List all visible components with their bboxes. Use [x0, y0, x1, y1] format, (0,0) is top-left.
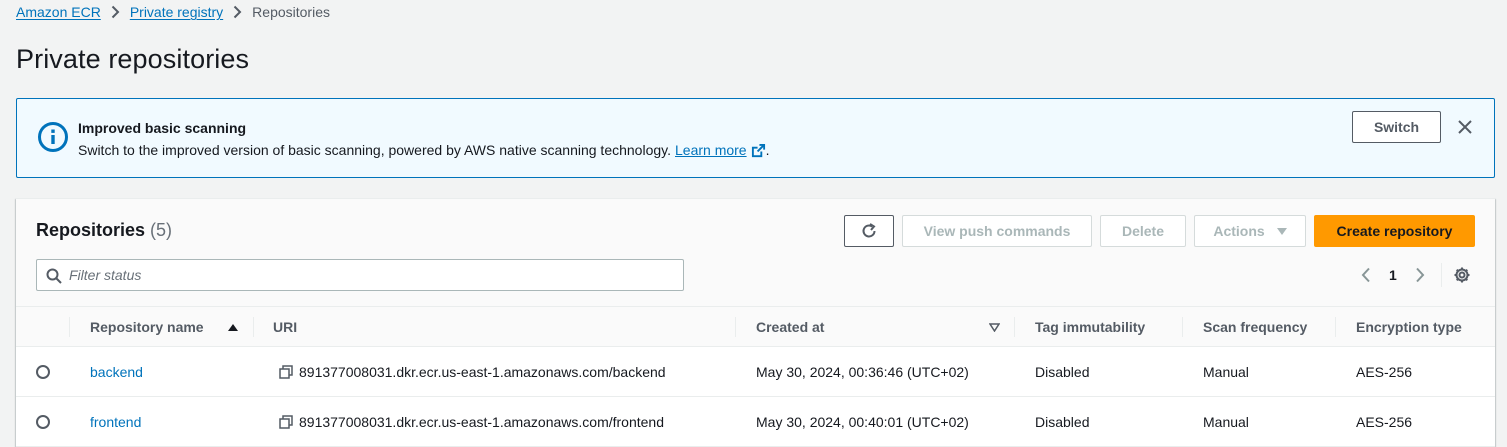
- column-divider: [1182, 317, 1183, 337]
- learn-more-label: Learn more: [675, 142, 747, 158]
- flash-body-text: Switch to the improved version of basic …: [78, 142, 671, 158]
- delete-button[interactable]: Delete: [1100, 215, 1186, 247]
- column-label: Tag immutability: [1035, 319, 1146, 335]
- breadcrumb-amazon-ecr[interactable]: Amazon ECR: [16, 4, 101, 20]
- row-select-radio[interactable]: [36, 397, 50, 447]
- filter-box: [36, 259, 684, 291]
- close-icon[interactable]: [1455, 117, 1475, 137]
- radio-button[interactable]: [36, 365, 50, 379]
- uri-text: 891377008031.dkr.ecr.us-east-1.amazonaws…: [299, 414, 665, 430]
- repository-name-link[interactable]: frontend: [90, 414, 141, 430]
- column-label: Encryption type: [1356, 319, 1462, 335]
- refresh-icon: [862, 223, 876, 238]
- gear-icon[interactable]: [1453, 266, 1471, 284]
- column-divider: [1335, 317, 1336, 337]
- column-label: URI: [273, 319, 298, 335]
- info-icon: [37, 121, 69, 153]
- chevron-left-icon[interactable]: [1358, 267, 1374, 283]
- created-at-cell: May 30, 2024, 00:40:01 (UTC+02): [756, 414, 969, 430]
- info-flash-banner: Improved basic scanning Switch to the im…: [16, 98, 1495, 178]
- external-link-icon: [751, 143, 765, 157]
- filter-input[interactable]: [69, 260, 669, 290]
- breadcrumb: Amazon ECR Private registry Repositories: [16, 3, 330, 21]
- learn-more-link[interactable]: Learn more: [675, 142, 766, 158]
- repositories-panel: Repositories (5) View push commands Dele…: [16, 198, 1495, 447]
- copy-icon[interactable]: [279, 365, 293, 379]
- pager-divider: [1440, 263, 1442, 287]
- panel-title-text: Repositories: [36, 220, 146, 240]
- uri-cell: 891377008031.dkr.ecr.us-east-1.amazonaws…: [279, 397, 664, 447]
- chevron-right-icon: [111, 5, 120, 19]
- breadcrumb-private-registry[interactable]: Private registry: [130, 4, 223, 20]
- caret-down-icon: [1276, 227, 1287, 235]
- table-row[interactable]: backend 891377008031.dkr.ecr.us-east-1.a…: [16, 347, 1495, 397]
- column-label: Created at: [756, 319, 825, 335]
- table-header: Repository name URI Created at Tag immut…: [16, 307, 1495, 347]
- column-created-at[interactable]: Created at: [756, 307, 1002, 347]
- column-repository-name[interactable]: Repository name: [90, 307, 240, 347]
- column-tag-immutability[interactable]: Tag immutability: [1035, 307, 1145, 347]
- refresh-button[interactable]: [844, 215, 894, 247]
- chevron-right-icon: [233, 5, 242, 19]
- scan-frequency-cell: Manual: [1203, 364, 1249, 380]
- breadcrumb-current: Repositories: [252, 4, 330, 20]
- tag-immutability-cell: Disabled: [1035, 364, 1090, 380]
- column-divider: [735, 317, 736, 337]
- copy-icon[interactable]: [279, 415, 293, 429]
- radio-button[interactable]: [36, 415, 50, 429]
- uri-cell: 891377008031.dkr.ecr.us-east-1.amazonaws…: [279, 347, 666, 397]
- column-divider: [69, 317, 70, 337]
- sort-ascending-icon: [228, 323, 238, 331]
- actions-label: Actions: [1213, 223, 1265, 239]
- sort-down-icon: [989, 322, 1000, 332]
- tag-immutability-cell: Disabled: [1035, 414, 1090, 430]
- column-divider: [253, 317, 254, 337]
- create-repository-button[interactable]: Create repository: [1314, 215, 1475, 247]
- page-title: Private repositories: [16, 44, 250, 74]
- view-push-commands-button[interactable]: View push commands: [902, 215, 1092, 247]
- actions-button[interactable]: Actions: [1194, 215, 1306, 247]
- repository-count: (5): [150, 220, 173, 240]
- switch-button[interactable]: Switch: [1352, 111, 1441, 143]
- encryption-type-cell: AES-256: [1356, 364, 1413, 380]
- pagination: 1: [1358, 263, 1471, 287]
- uri-text: 891377008031.dkr.ecr.us-east-1.amazonaws…: [299, 364, 666, 380]
- flash-body-suffix: .: [765, 142, 770, 158]
- column-scan-frequency[interactable]: Scan frequency: [1203, 307, 1307, 347]
- page-number[interactable]: 1: [1389, 267, 1397, 283]
- column-label: Repository name: [90, 319, 204, 335]
- panel-header: Repositories (5) View push commands Dele…: [16, 199, 1495, 307]
- created-at-cell: May 30, 2024, 00:36:46 (UTC+02): [756, 364, 969, 380]
- repository-name-link[interactable]: backend: [90, 364, 143, 380]
- table-row[interactable]: frontend 891377008031.dkr.ecr.us-east-1.…: [16, 397, 1495, 447]
- row-select-radio[interactable]: [36, 347, 50, 397]
- scan-frequency-cell: Manual: [1203, 414, 1249, 430]
- chevron-right-icon[interactable]: [1412, 267, 1428, 283]
- column-label: Scan frequency: [1203, 319, 1308, 335]
- flash-body: Switch to the improved version of basic …: [78, 142, 769, 158]
- encryption-type-cell: AES-256: [1356, 414, 1413, 430]
- panel-title: Repositories (5): [36, 220, 172, 241]
- column-divider: [1014, 317, 1015, 337]
- column-uri[interactable]: URI: [273, 307, 297, 347]
- column-encryption-type[interactable]: Encryption type: [1356, 307, 1462, 347]
- search-icon: [46, 268, 62, 284]
- flash-title: Improved basic scanning: [78, 120, 247, 136]
